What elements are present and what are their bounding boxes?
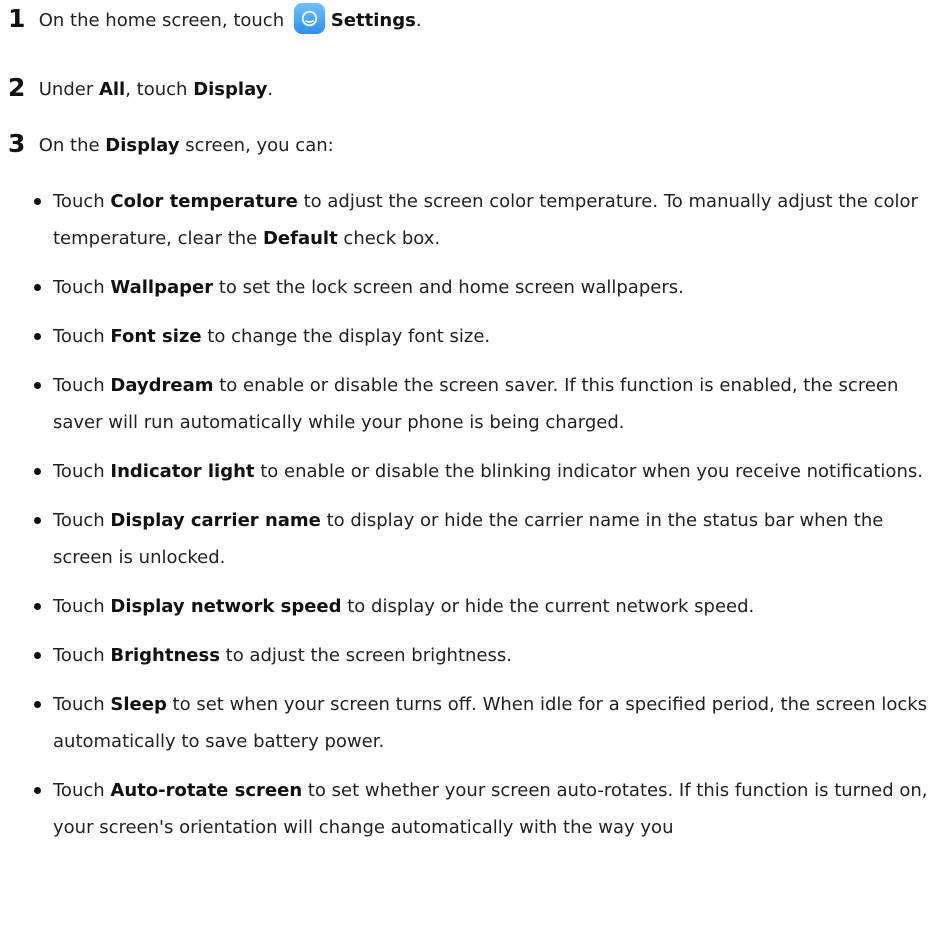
item-text: Touch: [53, 375, 111, 396]
item-text: Touch: [53, 326, 111, 347]
step-text-part: On the home screen, touch: [38, 10, 290, 31]
option-name: Wallpaper: [110, 277, 214, 298]
option-name: Color temperature: [110, 191, 298, 212]
step-number: 2: [8, 73, 26, 102]
option-name: Default: [262, 228, 338, 249]
item-text: to adjust the screen brightness.: [219, 645, 512, 666]
item-text: check box.: [337, 228, 441, 249]
item-text: to change the display font size.: [201, 326, 491, 347]
item-text: to enable or disable the blinking indica…: [254, 461, 923, 482]
display-options-list: Touch Color temperature to adjust the sc…: [34, 183, 939, 858]
option-name: Display network speed: [110, 596, 342, 617]
step-number: 1: [8, 4, 26, 33]
option-name: Font size: [110, 326, 202, 347]
step-text-part: .: [415, 10, 422, 31]
list-item: Touch Font size to change the display fo…: [34, 318, 939, 355]
option-name: Display carrier name: [110, 510, 321, 531]
step-text-part: Under: [38, 79, 99, 100]
option-name: Sleep: [110, 694, 167, 715]
display-label: Display: [105, 135, 180, 156]
bullet-icon: [34, 701, 41, 708]
item-text: Touch: [53, 694, 111, 715]
list-item: Touch Color temperature to adjust the sc…: [34, 183, 939, 257]
list-item: Touch Brightness to adjust the screen br…: [34, 637, 939, 674]
bullet-icon: [34, 652, 41, 659]
list-item: Touch Daydream to enable or disable the …: [34, 367, 939, 441]
bullet-icon: [34, 603, 41, 610]
step-text: Under All, touch Display.: [39, 79, 273, 100]
option-name: Auto-rotate screen: [110, 780, 303, 801]
bullet-icon: [34, 468, 41, 475]
item-text: Touch: [53, 780, 111, 801]
list-item: Touch Sleep to set when your screen turn…: [34, 686, 939, 760]
step-text-part: screen, you can:: [179, 135, 334, 156]
item-text: Touch: [53, 461, 111, 482]
list-item: Touch Auto-rotate screen to set whether …: [34, 772, 939, 846]
item-text: Touch: [53, 277, 111, 298]
bullet-icon: [34, 382, 41, 389]
display-label: Display: [193, 79, 268, 100]
step-text-part: On the: [38, 135, 106, 156]
step-number: 3: [8, 129, 26, 158]
bullet-icon: [34, 284, 41, 291]
step-3: 3 On the Display screen, you can:: [8, 130, 334, 160]
step-1: 1 On the home screen, touch Settings.: [8, 3, 422, 35]
item-text: Touch: [53, 645, 111, 666]
item-text: to set the lock screen and home screen w…: [213, 277, 684, 298]
item-text: Touch: [53, 596, 111, 617]
item-text: Touch: [53, 191, 111, 212]
all-label: All: [98, 79, 126, 100]
option-name: Daydream: [110, 375, 214, 396]
list-item: Touch Display carrier name to display or…: [34, 502, 939, 576]
settings-label: Settings: [330, 10, 416, 31]
bullet-icon: [34, 517, 41, 524]
step-text: On the Display screen, you can:: [39, 135, 334, 156]
step-text: On the home screen, touch Settings.: [38, 3, 422, 34]
step-2: 2 Under All, touch Display.: [8, 74, 273, 104]
list-item: Touch Indicator light to enable or disab…: [34, 453, 939, 490]
settings-app-icon: [293, 3, 325, 34]
step-text-part: .: [267, 79, 274, 100]
step-text-part: , touch: [125, 79, 194, 100]
bullet-icon: [34, 198, 41, 205]
item-text: to display or hide the current network s…: [341, 596, 755, 617]
list-item: Touch Display network speed to display o…: [34, 588, 939, 625]
list-item: Touch Wallpaper to set the lock screen a…: [34, 269, 939, 306]
option-name: Indicator light: [110, 461, 255, 482]
option-name: Brightness: [110, 645, 220, 666]
item-text: to set when your screen turns off. When …: [53, 694, 928, 752]
item-text: Touch: [53, 510, 111, 531]
bullet-icon: [34, 787, 41, 794]
bullet-icon: [34, 333, 41, 340]
